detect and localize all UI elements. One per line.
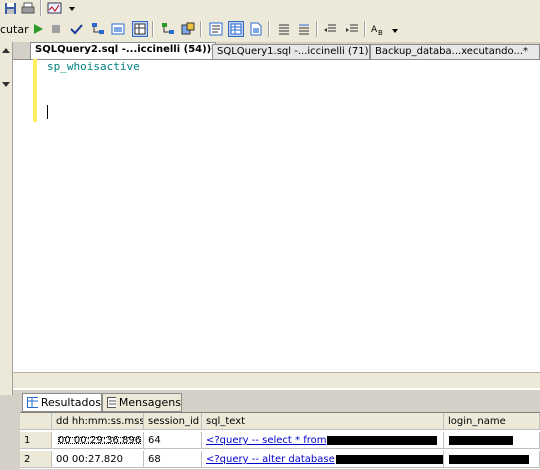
column-header[interactable]: dd hh:mm:ss.mss [52, 413, 144, 430]
toolbar-standard [0, 0, 540, 18]
table-cell[interactable]: 00 00:27.820 [52, 451, 144, 468]
include-plan-icon[interactable] [160, 21, 176, 37]
table-cell[interactable]: 68 [144, 451, 202, 468]
redaction [335, 454, 443, 464]
table-cell[interactable] [444, 451, 540, 468]
table-cell[interactable] [444, 432, 540, 449]
messages-icon [107, 397, 116, 408]
results-to-file-icon[interactable] [248, 21, 264, 37]
execute-icon[interactable] [30, 21, 46, 37]
tab-backup-database[interactable]: Backup_databa...xecutando...* [370, 44, 540, 59]
tab-sqlquery2[interactable]: SQLQuery2.sql -...iccinelli (54))* [30, 42, 216, 60]
horizontal-scrollbar[interactable] [13, 372, 540, 389]
increase-indent-icon[interactable] [344, 21, 360, 37]
redaction [327, 435, 438, 445]
row-number[interactable]: 1 [20, 432, 52, 449]
svg-text:A: A [371, 25, 378, 35]
uncomment-lines-icon[interactable] [296, 21, 312, 37]
grid-icon [27, 397, 38, 408]
sql-text-link-cell[interactable]: <?query -- select * from [202, 432, 444, 449]
specify-template-values-icon[interactable]: AB [370, 21, 386, 37]
column-header[interactable]: login_name [444, 413, 540, 430]
dropdown-arrow-icon[interactable] [390, 22, 400, 38]
query-options-icon[interactable] [110, 21, 126, 37]
row-header-corner [20, 413, 52, 430]
tab-sqlquery1[interactable]: SQLQuery1.sql -...iccinelli (71))* [212, 44, 370, 59]
svg-text:B: B [378, 29, 383, 36]
client-statistics-icon[interactable] [180, 21, 196, 37]
dropdown-arrow-icon[interactable] [64, 0, 80, 16]
tab-messages[interactable]: Mensagens [102, 393, 182, 412]
save-icon[interactable] [2, 0, 18, 16]
document-tab-bar: SQLQuery2.sql -...iccinelli (54))* SQLQu… [13, 42, 540, 60]
results-grid-active-icon[interactable] [228, 21, 244, 37]
table-cell[interactable]: 00 00:29:36.896 [52, 432, 144, 449]
scroll-down-arrow-icon[interactable] [1, 80, 11, 88]
tab-results[interactable]: Resultados [22, 393, 102, 412]
text-caret [47, 105, 48, 119]
results-to-text-icon[interactable] [208, 21, 224, 37]
results-to-grid-icon[interactable] [132, 21, 148, 37]
print-icon[interactable] [20, 0, 36, 16]
code-line: sp_whoisactive [47, 60, 140, 73]
cell-text: 00 00:29:36.896 [56, 435, 143, 446]
scroll-up-arrow-icon[interactable] [1, 47, 11, 55]
column-header[interactable]: sql_text [202, 413, 444, 430]
tab-messages-label: Mensagens [118, 396, 181, 409]
redaction [449, 435, 513, 445]
results-grid[interactable]: dd hh:mm:ss.mss session_id sql_text logi… [20, 412, 540, 469]
changed-lines-marker [33, 59, 37, 122]
activity-monitor-icon[interactable] [46, 0, 62, 16]
tab-results-label: Resultados [40, 396, 101, 409]
toolbar-sql-editor: cutar AB [0, 17, 540, 43]
table-cell[interactable]: 64 [144, 432, 202, 449]
sql-text-link[interactable]: <?query -- alter database [206, 454, 335, 465]
execute-label[interactable]: cutar [0, 23, 29, 36]
redaction [449, 454, 529, 464]
comment-lines-icon[interactable] [276, 21, 292, 37]
object-explorer-strip[interactable] [0, 42, 13, 395]
display-plan-icon[interactable] [90, 21, 106, 37]
column-header[interactable]: session_id [144, 413, 202, 430]
stop-icon[interactable] [48, 21, 64, 37]
row-number[interactable]: 2 [20, 451, 52, 468]
query-editor[interactable] [13, 59, 540, 373]
sql-text-link-cell[interactable]: <?query -- alter database [202, 451, 444, 468]
decrease-indent-icon[interactable] [322, 21, 338, 37]
parse-checkmark-icon[interactable] [68, 21, 84, 37]
sql-text-link[interactable]: <?query -- select * from [206, 435, 326, 446]
